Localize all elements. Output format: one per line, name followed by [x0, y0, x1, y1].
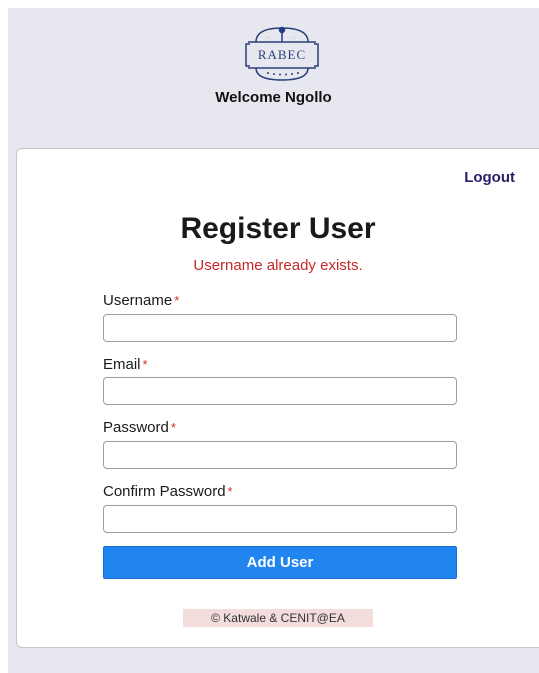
rabec-logo-icon: ... ... RABEC [234, 20, 330, 82]
register-card: Logout Register User Username already ex… [16, 148, 539, 648]
email-label-text: Email [103, 356, 141, 373]
required-marker: * [170, 420, 176, 435]
page-title: Register User [180, 212, 376, 245]
welcome-message: Welcome Ngollo [215, 89, 332, 106]
footer-copyright: © Katwale & CENIT@EA [183, 609, 373, 627]
username-input[interactable] [103, 314, 457, 342]
error-message: Username already exists. [193, 257, 363, 274]
email-label: Email * [103, 356, 148, 373]
confirm-password-label: Confirm Password * [103, 483, 233, 500]
username-label-text: Username [103, 292, 173, 309]
header: ... ... RABEC Welcome Ngollo [8, 8, 539, 148]
username-label: Username * [103, 292, 179, 309]
email-input[interactable] [103, 377, 457, 405]
logo-text: RABEC [258, 47, 306, 62]
svg-text:...: ... [266, 34, 269, 39]
required-marker: * [142, 357, 148, 372]
confirm-password-input[interactable] [103, 505, 457, 533]
password-label: Password * [103, 419, 176, 436]
confirm-password-label-text: Confirm Password [103, 483, 226, 500]
password-input[interactable] [103, 441, 457, 469]
svg-text:...: ... [292, 34, 295, 39]
required-marker: * [174, 293, 180, 308]
add-user-button[interactable]: Add User [103, 546, 457, 579]
required-marker: * [227, 484, 233, 499]
password-label-text: Password [103, 419, 169, 436]
logout-link[interactable]: Logout [464, 169, 515, 186]
